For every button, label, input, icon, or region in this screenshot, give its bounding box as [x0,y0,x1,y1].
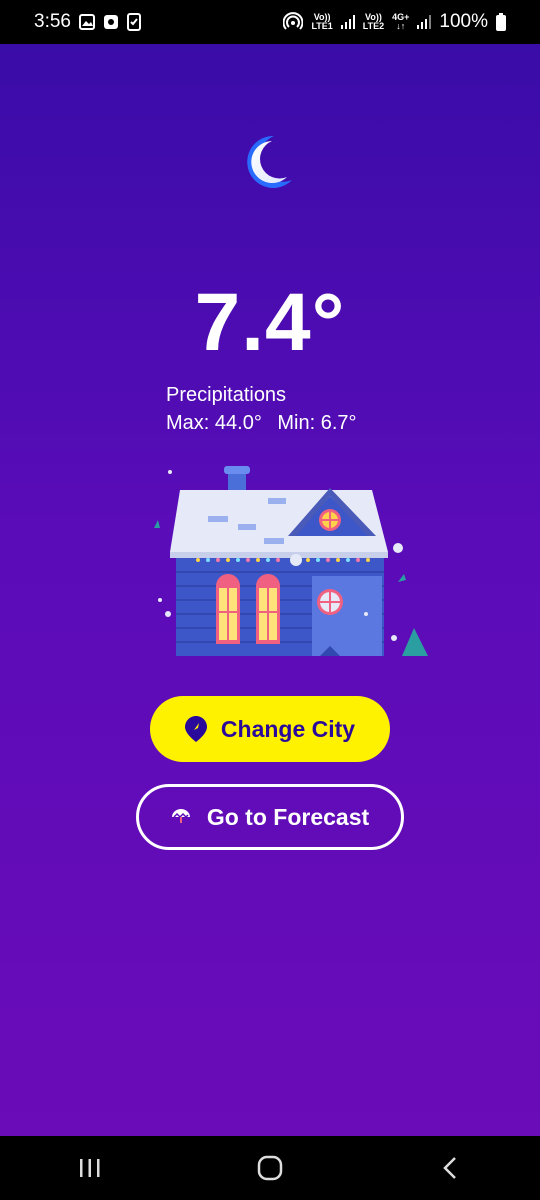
navigation-bar [0,1136,540,1200]
status-right: Vo)) LTE1 Vo)) LTE2 4G+ ↓↑ 100% [283,11,506,33]
checklist-icon [126,13,141,31]
home-button[interactable] [240,1143,300,1193]
clock: 3:56 [34,11,71,32]
winter-house-illustration [154,466,428,656]
back-icon [443,1157,456,1179]
weather-screen: 7.4° Precipitations Max: 44.0° Min: 6.7° [0,44,540,1136]
sim2-label: Vo)) LTE2 [362,12,385,31]
signal-icon [417,15,432,29]
signal-icon [340,15,355,29]
min-max-temperature: Max: 44.0° Min: 6.7° [166,412,357,435]
change-city-button[interactable]: Change City [150,696,390,762]
change-city-label: Change City [220,715,356,742]
app-notification-icon [103,14,119,30]
battery-icon [496,13,506,31]
recent-apps-button[interactable] [60,1143,120,1193]
crescent-moon-icon [247,135,292,188]
umbrella-icon [171,809,190,823]
min-temperature: Min: 6.7° [277,412,357,434]
go-to-forecast-button[interactable]: Go to Forecast [136,784,404,850]
sim1-label: Vo)) LTE1 [311,12,333,31]
network-type: 4G+ ↓↑ [392,12,410,31]
go-to-forecast-label: Go to Forecast [206,803,370,830]
recent-apps-icon [80,1159,100,1177]
battery-percent: 100% [439,11,488,32]
hotspot-icon [283,12,304,32]
gallery-icon [78,14,95,30]
home-icon [257,1155,283,1181]
status-left: 3:56 [34,11,141,33]
location-pin-icon [184,716,207,742]
status-bar: 3:56 Vo)) LTE1 Vo)) LTE2 4G+ ↓↑ 100% [0,0,540,44]
weather-description: Precipitations [166,384,287,406]
max-temperature: Max: 44.0° [166,412,262,434]
back-button[interactable] [420,1143,480,1193]
temperature: 7.4° [194,277,346,368]
